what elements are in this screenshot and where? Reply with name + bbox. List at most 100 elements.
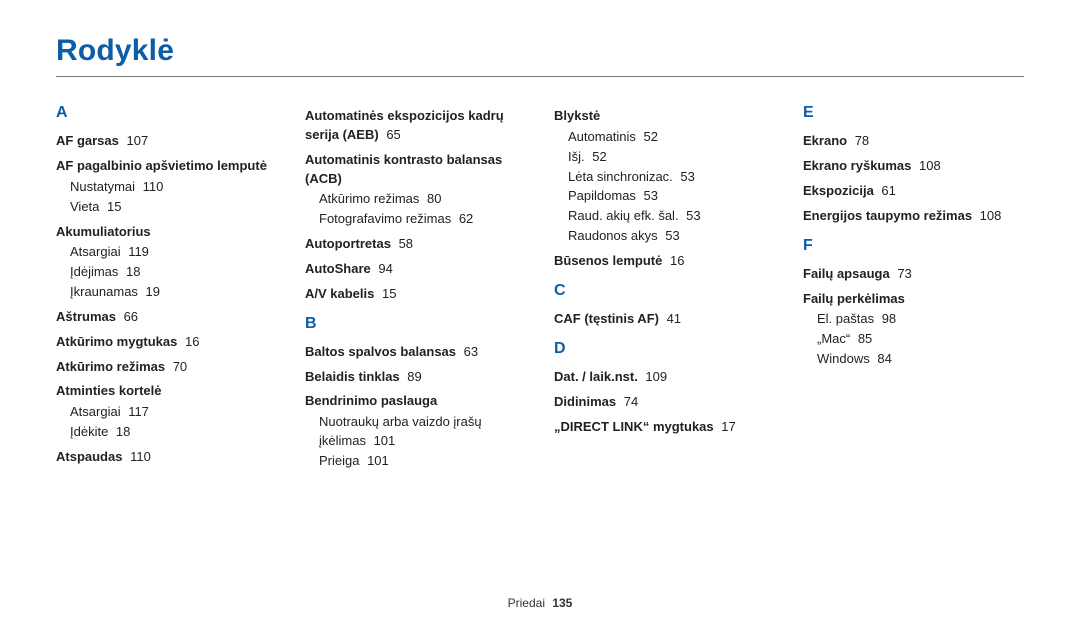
sub-label: Nuotraukų arba vaizdo įrašų įkėlimas bbox=[319, 414, 482, 448]
index-entry: Ekspozicija 61 bbox=[803, 182, 1024, 201]
sub-page: 101 bbox=[370, 433, 395, 448]
entry-page: 78 bbox=[851, 133, 869, 148]
sub-page: 15 bbox=[103, 199, 121, 214]
sub-label: Atsargiai bbox=[70, 244, 121, 259]
index-entry: „DIRECT LINK“ mygtukas 17 bbox=[554, 418, 775, 437]
index-entry: Aštrumas 66 bbox=[56, 308, 277, 327]
index-entry: Automatinės ekspozicijos kadrų serija (A… bbox=[305, 107, 526, 145]
index-entry: Dat. / laik.nst. 109 bbox=[554, 368, 775, 387]
index-entry: AutoShare 94 bbox=[305, 260, 526, 279]
entry-label: Baltos spalvos balansas bbox=[305, 344, 456, 359]
entry-page: 15 bbox=[378, 286, 396, 301]
sub-label: Papildomas bbox=[568, 188, 636, 203]
index-entry: Belaidis tinklas 89 bbox=[305, 368, 526, 387]
entry-label: Blykstė bbox=[554, 108, 600, 123]
sub-label: El. paštas bbox=[817, 311, 874, 326]
sub-page: 18 bbox=[112, 424, 130, 439]
index-entry: Atkūrimo mygtukas 16 bbox=[56, 333, 277, 352]
sub-entry: Nuotraukų arba vaizdo įrašų įkėlimas 101 bbox=[319, 413, 526, 451]
sub-label: Nustatymai bbox=[70, 179, 135, 194]
sub-page: 80 bbox=[423, 191, 441, 206]
sub-entry: Raudonos akys 53 bbox=[568, 227, 775, 246]
entry-label: Ekrano bbox=[803, 133, 847, 148]
entry-label: Didinimas bbox=[554, 394, 616, 409]
entry-page: 41 bbox=[663, 311, 681, 326]
entry-page: 63 bbox=[460, 344, 478, 359]
entry-page: 107 bbox=[123, 133, 148, 148]
entry-label: CAF (tęstinis AF) bbox=[554, 311, 659, 326]
page: Rodyklė AAF garsas 107AF pagalbinio apšv… bbox=[0, 0, 1080, 630]
entry-label: Atkūrimo mygtukas bbox=[56, 334, 177, 349]
entry-label: Būsenos lemputė bbox=[554, 253, 662, 268]
index-entry: Ekrano 78 bbox=[803, 132, 1024, 151]
index-letter: F bbox=[803, 234, 1024, 257]
sub-entry: Įdėjimas 18 bbox=[70, 263, 277, 282]
entry-label: Aštrumas bbox=[56, 309, 116, 324]
entry-label: Ekspozicija bbox=[803, 183, 874, 198]
entry-page: 74 bbox=[620, 394, 638, 409]
entry-subs: Nuotraukų arba vaizdo įrašų įkėlimas 101… bbox=[319, 413, 526, 471]
entry-page: 109 bbox=[642, 369, 667, 384]
sub-entry: Atsargiai 117 bbox=[70, 403, 277, 422]
sub-page: 84 bbox=[874, 351, 892, 366]
entry-label: Atkūrimo režimas bbox=[56, 359, 165, 374]
sub-label: Fotografavimo režimas bbox=[319, 211, 451, 226]
entry-page: 65 bbox=[383, 127, 401, 142]
entry-page: 17 bbox=[718, 419, 736, 434]
sub-label: Įdėkite bbox=[70, 424, 108, 439]
index-entry: Bendrinimo paslauga bbox=[305, 392, 526, 411]
sub-page: 110 bbox=[139, 179, 163, 194]
index-letter: D bbox=[554, 337, 775, 360]
index-entry: Akumuliatorius bbox=[56, 223, 277, 242]
entry-page: 66 bbox=[120, 309, 138, 324]
index-letter: E bbox=[803, 101, 1024, 124]
entry-page: 108 bbox=[976, 208, 1001, 223]
entry-label: Automatinės ekspozicijos kadrų serija (A… bbox=[305, 108, 504, 142]
sub-page: 52 bbox=[640, 129, 658, 144]
sub-page: 52 bbox=[589, 149, 607, 164]
sub-page: 53 bbox=[683, 208, 701, 223]
sub-page: 62 bbox=[455, 211, 473, 226]
sub-entry: Nustatymai 110 bbox=[70, 178, 277, 197]
footer-page-number: 135 bbox=[552, 596, 572, 610]
entry-page: 16 bbox=[181, 334, 199, 349]
sub-page: 53 bbox=[677, 169, 695, 184]
entry-page: 108 bbox=[915, 158, 940, 173]
entry-label: AutoShare bbox=[305, 261, 371, 276]
sub-entry: Fotografavimo režimas 62 bbox=[319, 210, 526, 229]
sub-page: 19 bbox=[142, 284, 160, 299]
sub-page: 53 bbox=[640, 188, 658, 203]
sub-entry: Prieiga 101 bbox=[319, 452, 526, 471]
entry-label: Belaidis tinklas bbox=[305, 369, 400, 384]
sub-entry: Vieta 15 bbox=[70, 198, 277, 217]
entry-label: Autoportretas bbox=[305, 236, 391, 251]
sub-entry: Atsargiai 119 bbox=[70, 243, 277, 262]
index-entry: Atkūrimo režimas 70 bbox=[56, 358, 277, 377]
sub-entry: Raud. akių efk. šal. 53 bbox=[568, 207, 775, 226]
entry-label: Automatinis kontrasto balansas (ACB) bbox=[305, 152, 502, 186]
sub-entry: Windows 84 bbox=[817, 350, 1024, 369]
sub-label: „Mac“ bbox=[817, 331, 850, 346]
entry-page: 94 bbox=[375, 261, 393, 276]
index-entry: AF garsas 107 bbox=[56, 132, 277, 151]
entry-label: Dat. / laik.nst. bbox=[554, 369, 638, 384]
entry-subs: El. paštas 98„Mac“ 85Windows 84 bbox=[817, 310, 1024, 369]
index-entry: AF pagalbinio apšvietimo lemputė bbox=[56, 157, 277, 176]
index-column: Automatinės ekspozicijos kadrų serija (A… bbox=[305, 101, 526, 475]
entry-subs: Nustatymai 110Vieta 15 bbox=[70, 178, 277, 217]
index-column: E Ekrano 78 Ekrano ryškumas 108 Ekspozicija… bbox=[803, 101, 1024, 475]
entry-page: 61 bbox=[878, 183, 896, 198]
entry-page: 110 bbox=[126, 449, 150, 464]
sub-label: Prieiga bbox=[319, 453, 359, 468]
entry-subs: Atsargiai 117 Įdėkite 18 bbox=[70, 403, 277, 442]
index-entry: A/V kabelis 15 bbox=[305, 285, 526, 304]
index-entry: Energijos taupymo režimas 108 bbox=[803, 207, 1024, 226]
sub-label: Raud. akių efk. šal. bbox=[568, 208, 679, 223]
sub-label: Atkūrimo režimas bbox=[319, 191, 419, 206]
entry-label: Ekrano ryškumas bbox=[803, 158, 911, 173]
index-entry: Automatinis kontrasto balansas (ACB) bbox=[305, 151, 526, 189]
index-letter: C bbox=[554, 279, 775, 302]
index-entry: CAF (tęstinis AF) 41 bbox=[554, 310, 775, 329]
entry-label: Akumuliatorius bbox=[56, 224, 151, 239]
sub-entry: Įkraunamas 19 bbox=[70, 283, 277, 302]
